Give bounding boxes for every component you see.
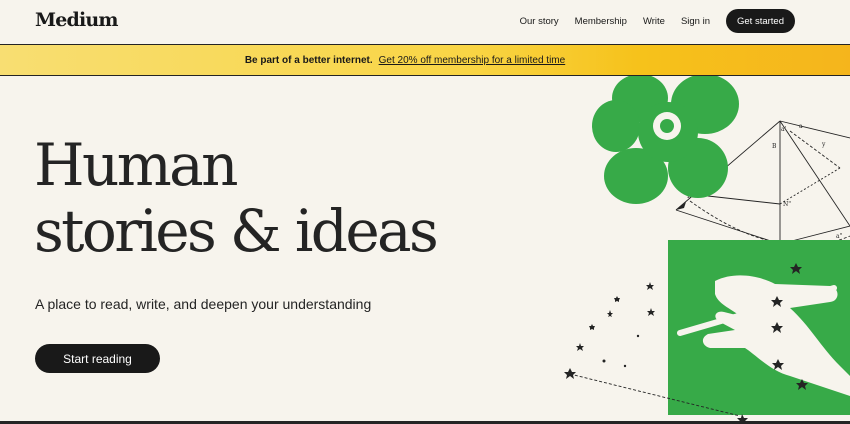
nav-our-story[interactable]: Our story (520, 16, 559, 27)
label-a-double: a" (836, 233, 843, 240)
banner-text: Be part of a better internet. (244, 54, 373, 66)
hero-subtitle: A place to read, write, and deepen your … (35, 296, 372, 312)
flower-shape (592, 76, 739, 204)
hero-title-line-2: stories & ideas (34, 197, 439, 265)
nav-menu: Our story Membership Write Sign in Get s… (504, 9, 795, 33)
nav-sign-in[interactable]: Sign in (681, 16, 710, 27)
promo-banner: Be part of a better internet. Get 20% of… (0, 45, 850, 76)
banner-offer-link[interactable]: Get 20% off membership for a limited tim… (379, 55, 606, 66)
nav-write[interactable]: Write (643, 16, 665, 27)
get-started-button[interactable]: Get started (726, 9, 795, 33)
nav-membership[interactable]: Membership (575, 16, 627, 27)
hero-illustration: a' B B' N" E a a" y (564, 76, 850, 421)
top-navbar: Medium Our story Membership Write Sign i… (0, 0, 850, 45)
hero-title-line-1: Human (34, 131, 238, 199)
hero-title: Human stories & ideas (34, 131, 439, 265)
start-reading-button[interactable]: Start reading (35, 344, 160, 373)
label-b: B (772, 143, 777, 150)
label-n: N" (783, 201, 791, 208)
label-y: y (821, 141, 826, 148)
label-a: a (799, 123, 803, 130)
medium-logo[interactable]: Medium (35, 9, 119, 31)
label-a-prime: a' (781, 126, 787, 133)
